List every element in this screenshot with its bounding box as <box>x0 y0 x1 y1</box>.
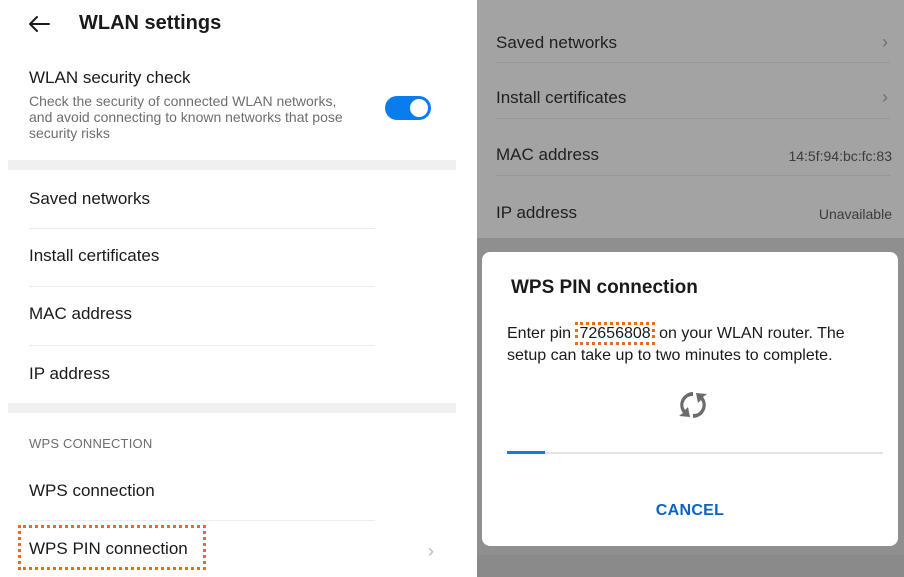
wps-pin-dialog-screen: Saved networks › Install certificates › … <box>477 0 904 577</box>
saved-networks-label: Saved networks <box>29 189 150 208</box>
mac-address-label: MAC address <box>29 304 132 323</box>
saved-networks-item[interactable]: Saved networks <box>8 171 456 228</box>
mac-address-value: 14:5f:94:bc:fc:83 <box>788 148 892 164</box>
saved-networks-item[interactable]: Saved networks › <box>477 10 904 67</box>
security-check-row[interactable]: WLAN security check Check the security o… <box>8 60 456 158</box>
wlan-settings-panel: WLAN settings WLAN security check Check … <box>8 0 456 577</box>
ip-address-label: IP address <box>496 203 577 222</box>
mac-address-label: MAC address <box>496 145 599 164</box>
wps-pin-dialog: WPS PIN connection Enter pin 72656808 on… <box>482 252 898 546</box>
chevron-right-icon: › <box>882 87 888 107</box>
saved-networks-label: Saved networks <box>496 33 617 52</box>
dim-overlay-bottom <box>477 555 904 577</box>
wps-pin-connection-item[interactable]: WPS PIN connection › <box>8 521 456 577</box>
section-gap <box>8 403 456 413</box>
dialog-title: WPS PIN connection <box>511 277 698 298</box>
install-certificates-item[interactable]: Install certificates › <box>477 65 904 122</box>
progress-bar-fill <box>507 451 545 454</box>
page-title: WLAN settings <box>79 12 222 34</box>
back-button[interactable] <box>24 9 54 39</box>
app-header: WLAN settings <box>8 0 456 52</box>
wps-pin-connection-label: WPS PIN connection <box>29 539 188 558</box>
security-check-description: Check the security of connected WLAN net… <box>29 93 343 141</box>
mac-address-item[interactable]: MAC address <box>8 286 456 343</box>
mac-address-item[interactable]: MAC address 14:5f:94:bc:fc:83 <box>477 122 904 179</box>
security-check-toggle[interactable] <box>385 96 431 120</box>
install-certificates-item[interactable]: Install certificates <box>8 228 456 285</box>
progress-bar <box>507 451 883 454</box>
dialog-message: Enter pin 72656808 on your WLAN router. … <box>507 322 887 367</box>
back-arrow-icon <box>29 16 50 32</box>
divider <box>496 118 890 119</box>
message-prefix: Enter pin <box>507 325 576 342</box>
wps-icon <box>679 392 707 418</box>
cancel-button[interactable]: CANCEL <box>482 502 898 520</box>
wps-connection-label: WPS connection <box>29 481 155 500</box>
divider <box>496 175 890 176</box>
section-gap <box>8 160 456 170</box>
ip-address-item[interactable]: IP address Unavailable <box>477 180 904 237</box>
ip-address-label: IP address <box>29 364 110 383</box>
wps-connection-item[interactable]: WPS connection <box>8 463 456 520</box>
chevron-right-icon: › <box>882 32 888 52</box>
install-certificates-label: Install certificates <box>29 246 160 265</box>
ip-address-value: Unavailable <box>818 206 892 222</box>
wps-section-header: WPS CONNECTION <box>29 436 153 451</box>
divider <box>496 62 890 63</box>
security-check-title: WLAN security check <box>29 68 191 87</box>
install-certificates-label: Install certificates <box>496 88 627 107</box>
ip-address-item[interactable]: IP address <box>8 346 456 403</box>
wps-pin-code: 72656808 <box>575 322 655 345</box>
chevron-right-icon: › <box>428 541 434 561</box>
dimmed-settings-list: Saved networks › Install certificates › … <box>477 0 904 238</box>
toggle-knob <box>410 99 428 117</box>
